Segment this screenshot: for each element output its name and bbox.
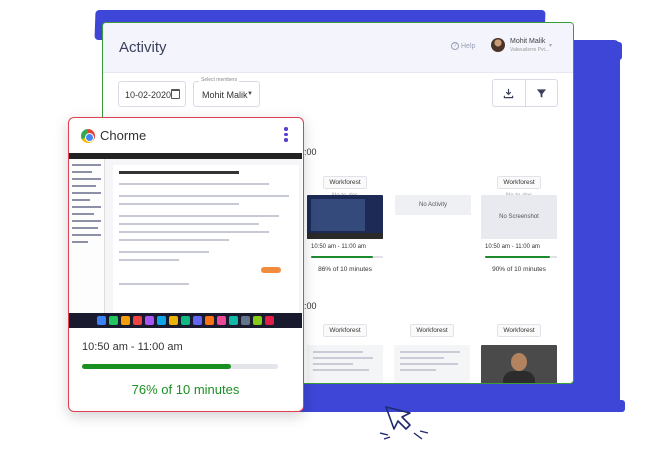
chrome-icon (81, 129, 95, 143)
help-link[interactable]: ? Help (451, 42, 475, 50)
filter-icon (536, 88, 546, 98)
slot-time-range: 10:50 am - 11:00 am (485, 244, 540, 250)
screenshot-preview[interactable] (69, 153, 302, 328)
slot-progress-bar (485, 256, 557, 258)
activity-detail-card: Chorme 10:50 am - 11:00 am 76% of 10 min… (68, 117, 304, 412)
user-name[interactable]: Mohit Malik (510, 38, 545, 45)
slot-app-badge: Workforest (497, 324, 541, 337)
member-value: Mohit Malik (202, 90, 248, 100)
app-name: Chorme (100, 128, 147, 143)
no-activity-placeholder: No Activity (395, 195, 471, 215)
slot-app-badge: Workforest (497, 176, 541, 189)
no-screenshot-placeholder: No Screenshot (481, 195, 557, 239)
chevron-down-icon[interactable]: ▾ (549, 42, 552, 49)
screenshot-thumbnail[interactable] (307, 195, 383, 239)
panel-header: Activity ? Help Mohit Malik Vakeuslerre … (103, 23, 573, 73)
screenshot-thumbnail[interactable] (394, 345, 470, 383)
avatar[interactable] (491, 38, 505, 52)
download-icon (504, 88, 514, 98)
activity-slot: Workforest (481, 319, 557, 337)
help-label: Help (461, 42, 476, 50)
slot-progress-bar (311, 256, 383, 258)
activity-progress-fill (82, 364, 231, 369)
activity-progress-bar (82, 364, 278, 369)
page-title: Activity (119, 39, 167, 56)
action-buttons (492, 79, 558, 107)
caret-down-icon: ▼ (247, 91, 253, 97)
download-button[interactable] (493, 80, 525, 106)
screenshot-thumbnail[interactable] (307, 345, 383, 383)
decor-shape-small (600, 400, 625, 412)
slot-app-badge: Workforest (323, 324, 367, 337)
slot-progress-fill (311, 256, 373, 258)
activity-slot: Workforest (394, 319, 470, 337)
date-value: 10-02-2020 (125, 90, 172, 100)
more-options-icon[interactable] (284, 127, 288, 145)
date-picker[interactable]: 10-02-2020 (118, 81, 186, 107)
slot-time-range: 10:50 am - 11:00 am (311, 244, 366, 250)
activity-time-range: 10:50 am - 11:00 am (82, 341, 183, 353)
calendar-icon[interactable] (171, 89, 180, 99)
decor-shape-small (600, 42, 622, 60)
slot-percent: 86% of 10 minutes (318, 266, 372, 273)
cursor-doodle-icon (379, 406, 429, 440)
slot-progress-fill (485, 256, 550, 258)
activity-slot: Workforest (307, 319, 383, 337)
filter-button[interactable] (524, 80, 558, 106)
slot-app-badge: Workforest (410, 324, 454, 337)
user-org: Vakeuslerre Pvt... (510, 47, 550, 53)
activity-percent: 76% of 10 minutes (131, 382, 240, 397)
member-select[interactable]: Mohit Malik ▼ (193, 81, 260, 107)
help-icon: ? (451, 42, 459, 50)
slot-app-badge: Workforest (323, 176, 367, 189)
webcam-thumbnail[interactable] (481, 345, 557, 383)
member-select-legend: Select members (199, 77, 240, 83)
slot-percent: 90% of 10 minutes (492, 266, 546, 273)
